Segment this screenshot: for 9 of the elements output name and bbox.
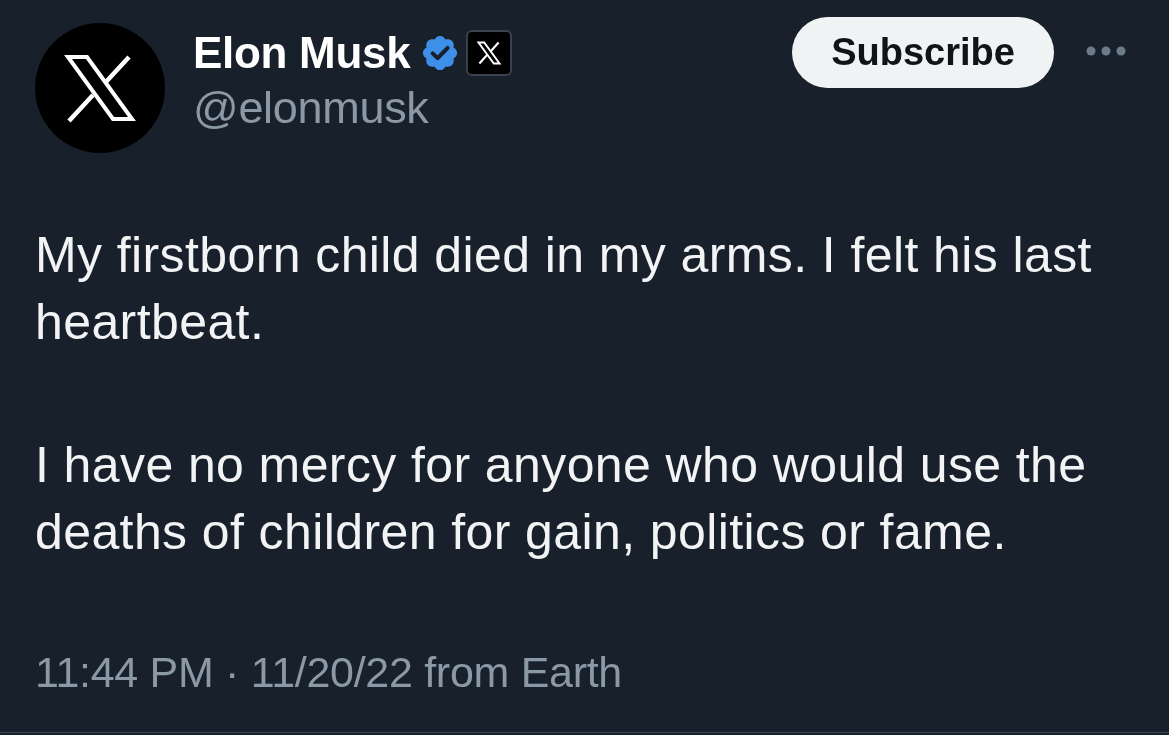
x-logo-badge-icon[interactable] (466, 30, 513, 76)
tweet-timestamp[interactable]: 11:44 PM · 11/20/22 from Earth (35, 648, 622, 697)
tweet-text: I have no mercy for anyone who would use the deaths of children for gain, politics or fame. (35, 436, 1088, 562)
subscribe-button[interactable]: Subscribe (792, 17, 1054, 88)
tweet-text: My firstborn child died in my arms. I felt his last heartbeat. (35, 226, 1093, 352)
more-icon[interactable] (1086, 45, 1126, 56)
author-name[interactable]: Elon Musk (193, 28, 411, 78)
x-logo-avatar-icon[interactable] (35, 23, 165, 153)
user-handle[interactable]: @elonmusk (193, 82, 429, 134)
